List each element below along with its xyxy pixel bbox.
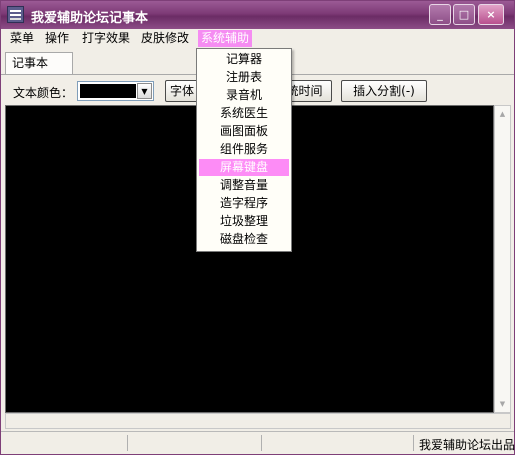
text-color-select[interactable]: ▼: [77, 81, 154, 101]
text-color-label: 文本颜色：: [13, 86, 74, 100]
close-icon: ×: [486, 8, 496, 21]
menu-item-system-assist[interactable]: 系统辅助: [198, 30, 253, 47]
menu-item-disk-cleanup[interactable]: 垃圾整理: [199, 213, 289, 230]
menu-item-screen-keyboard[interactable]: 屏幕键盘: [199, 159, 289, 176]
menu-item-volume[interactable]: 调整音量: [199, 177, 289, 194]
status-divider: [413, 435, 414, 451]
window-title: 我爱辅助论坛记事本: [31, 11, 149, 26]
tab-notepad[interactable]: 记事本: [5, 52, 73, 74]
minimize-icon: _: [437, 8, 443, 21]
menu-item-recorder[interactable]: 录音机: [199, 87, 289, 104]
horizontal-scrollbar[interactable]: [5, 413, 511, 429]
menu-bar: 菜单 操作 打字效果 皮肤修改 系统辅助: [1, 29, 514, 49]
chevron-down-icon[interactable]: ▼: [137, 83, 152, 99]
status-text: 我爱辅助论坛出品: [419, 438, 515, 452]
menu-item-menu[interactable]: 菜单: [7, 30, 37, 47]
title-bar[interactable]: 我爱辅助论坛记事本 _ □ ×: [1, 1, 514, 29]
minimize-button[interactable]: _: [429, 4, 451, 25]
status-divider: [261, 435, 262, 451]
close-button[interactable]: ×: [478, 4, 504, 25]
app-window: 我爱辅助论坛记事本 _ □ × 菜单 操作 打字效果 皮肤修改 系统辅助 记事本…: [0, 0, 515, 455]
system-assist-menu: 记算器 注册表 录音机 系统医生 画图面板 组件服务 屏幕键盘 调整音量 造字程…: [196, 48, 292, 252]
maximize-button[interactable]: □: [453, 4, 475, 25]
menu-item-operate[interactable]: 操作: [42, 30, 72, 47]
scroll-up-icon[interactable]: ▲: [495, 106, 510, 122]
menu-item-disk-check[interactable]: 磁盘检查: [199, 231, 289, 248]
maximize-icon: □: [458, 8, 470, 21]
menu-item-registry[interactable]: 注册表: [199, 69, 289, 86]
menu-item-system-doctor[interactable]: 系统医生: [199, 105, 289, 122]
status-bar: 我爱辅助论坛出品: [1, 431, 515, 454]
menu-item-char-editor[interactable]: 造字程序: [199, 195, 289, 212]
menu-item-typing-effect[interactable]: 打字效果: [79, 30, 133, 47]
color-swatch: [80, 84, 136, 98]
menu-item-skin[interactable]: 皮肤修改: [138, 30, 192, 47]
vertical-scrollbar[interactable]: ▲ ▼: [494, 105, 511, 413]
scroll-down-icon[interactable]: ▼: [495, 396, 510, 412]
insert-split-button[interactable]: 插入分割(-): [341, 80, 427, 102]
menu-item-paint[interactable]: 画图面板: [199, 123, 289, 140]
menu-item-calculator[interactable]: 记算器: [199, 51, 289, 68]
menu-item-component-services[interactable]: 组件服务: [199, 141, 289, 158]
status-divider: [127, 435, 128, 451]
app-icon[interactable]: [7, 6, 24, 23]
font-button[interactable]: 字体: [165, 80, 199, 102]
